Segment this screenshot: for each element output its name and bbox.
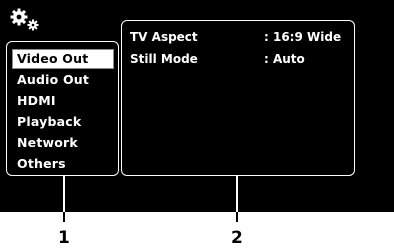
callout-label-1: 1 [58, 228, 70, 248]
menu-item-video-out[interactable]: Video Out [12, 49, 114, 69]
callout-line-2 [236, 212, 238, 222]
callout-line-1-upper [63, 176, 65, 212]
callout-label-2: 2 [231, 228, 243, 248]
menu-item-audio-out[interactable]: Audio Out [13, 71, 113, 89]
menu-item-network[interactable]: Network [13, 134, 113, 152]
setting-label: Still Mode [130, 52, 198, 66]
callout-line-2-upper [236, 176, 238, 212]
menu-item-playback[interactable]: Playback [13, 113, 113, 131]
menu-item-others[interactable]: Others [13, 155, 113, 173]
setting-value: : 16:9 Wide [264, 30, 342, 44]
menu-item-hdmi[interactable]: HDMI [13, 92, 113, 110]
callout-line-1 [63, 212, 65, 222]
setting-value: : Auto [264, 52, 305, 66]
setting-label: TV Aspect [130, 30, 198, 44]
setup-screen: Video Out Audio Out HDMI Playback Networ… [0, 0, 394, 212]
setting-row-tv-aspect[interactable]: TV Aspect : 16:9 Wide [130, 29, 350, 45]
setting-row-still-mode[interactable]: Still Mode : Auto [130, 51, 350, 67]
settings-panel: TV Aspect : 16:9 Wide Still Mode : Auto [121, 20, 355, 176]
gears-icon [10, 8, 44, 32]
menu-panel: Video Out Audio Out HDMI Playback Networ… [6, 41, 119, 176]
